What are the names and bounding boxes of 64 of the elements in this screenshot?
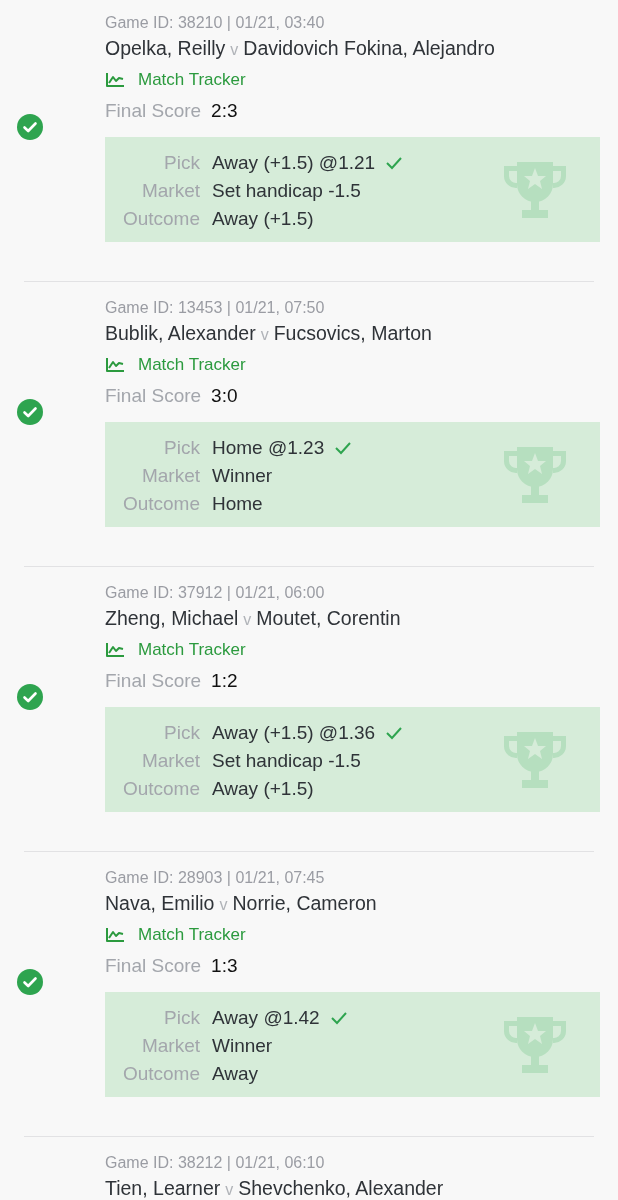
game-id: Game ID: 13453 | 01/21, 07:50 xyxy=(105,298,326,318)
home-player: Tien, Learner xyxy=(105,1177,221,1199)
game-id: Game ID: 37912 | 01/21, 06:00 xyxy=(105,583,326,603)
bet-value: Away (+1.5) @1.36 xyxy=(212,722,376,744)
final-score: 1:3 xyxy=(211,954,238,978)
away-player: Davidovich Fokina, Alejandro xyxy=(243,37,495,59)
home-player: Zheng, Michael xyxy=(105,607,239,629)
bet-label: Pick xyxy=(163,437,200,459)
bet-label: Market xyxy=(140,180,200,202)
bet-value: Set handicap -1.5 xyxy=(212,750,361,772)
versus-label: v xyxy=(219,896,228,913)
match-tracker-link[interactable]: Match Tracker xyxy=(138,70,246,90)
bet-value: Home @1.23 xyxy=(212,437,325,459)
home-player: Bublik, Alexander xyxy=(105,322,256,344)
bet-value: Away (+1.5) @1.21 xyxy=(212,152,376,174)
final-score: 2:3 xyxy=(211,99,238,123)
versus-label: v xyxy=(243,611,252,628)
versus-label: v xyxy=(260,326,269,343)
bet-value: Set handicap -1.5 xyxy=(212,180,361,202)
line-chart-icon[interactable] xyxy=(105,72,125,88)
bet-value: Away (+1.5) xyxy=(212,208,314,230)
final-score-label: Final Score xyxy=(105,954,202,978)
game-id: Game ID: 38210 | 01/21, 03:40 xyxy=(105,13,326,33)
line-chart-icon[interactable] xyxy=(105,357,125,373)
bet-label: Pick xyxy=(163,152,200,174)
final-score-label: Final Score xyxy=(105,384,202,408)
versus-label: v xyxy=(230,41,239,58)
bet-value: Away xyxy=(212,1063,259,1085)
versus-label: v xyxy=(225,1181,234,1198)
final-score-label: Final Score xyxy=(105,99,202,123)
match-tracker-link[interactable]: Match Tracker xyxy=(138,925,246,945)
bet-value: Winner xyxy=(212,465,273,487)
trophy-icon xyxy=(502,447,568,505)
bet-label: Market xyxy=(140,1035,200,1057)
away-player: Shevchenko, Alexander xyxy=(238,1177,444,1199)
bet-label: Outcome xyxy=(121,493,200,515)
bet-label: Market xyxy=(140,750,200,772)
home-player: Nava, Emilio xyxy=(105,892,215,914)
bet-value: Away (+1.5) xyxy=(212,778,314,800)
away-player: Moutet, Corentin xyxy=(256,607,401,629)
final-score: 3:0 xyxy=(211,384,238,408)
match-tracker-link[interactable]: Match Tracker xyxy=(138,355,246,375)
away-player: Fucsovics, Marton xyxy=(273,322,432,344)
game-id: Game ID: 38212 | 01/21, 06:10 xyxy=(105,1153,326,1173)
bet-label: Pick xyxy=(163,1007,200,1029)
bet-label: Pick xyxy=(163,722,200,744)
final-score-label: Final Score xyxy=(105,669,202,693)
trophy-icon xyxy=(502,732,568,790)
bet-value: Away @1.42 xyxy=(212,1007,320,1029)
bet-label: Outcome xyxy=(121,208,200,230)
trophy-icon xyxy=(502,162,568,220)
line-chart-icon[interactable] xyxy=(105,642,125,658)
bet-label: Market xyxy=(140,465,200,487)
bet-label: Outcome xyxy=(121,1063,200,1085)
line-chart-icon[interactable] xyxy=(105,927,125,943)
trophy-icon xyxy=(502,1017,568,1075)
bet-value: Winner xyxy=(212,1035,273,1057)
bet-label: Outcome xyxy=(121,778,200,800)
bet-value: Home xyxy=(212,493,263,515)
away-player: Norrie, Cameron xyxy=(232,892,377,914)
final-score: 1:2 xyxy=(211,669,238,693)
home-player: Opelka, Reilly xyxy=(105,37,226,59)
game-id: Game ID: 28903 | 01/21, 07:45 xyxy=(105,868,326,888)
match-tracker-link[interactable]: Match Tracker xyxy=(138,640,246,660)
